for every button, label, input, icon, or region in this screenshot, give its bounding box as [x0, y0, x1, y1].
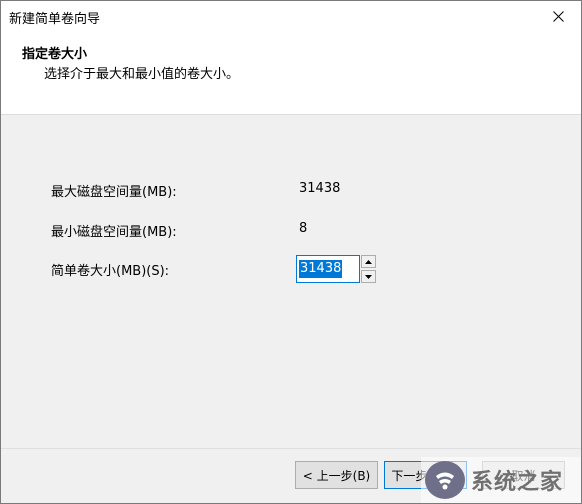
- wizard-header: 指定卷大小 选择介于最大和最小值的卷大小。: [1, 32, 581, 115]
- spin-down-icon: [365, 274, 372, 279]
- cancel-button[interactable]: 取消: [482, 461, 565, 489]
- page-title: 指定卷大小: [22, 47, 88, 62]
- page-subtitle: 选择介于最大和最小值的卷大小。: [44, 67, 240, 82]
- close-icon: [552, 11, 564, 22]
- max-size-value: 31438: [299, 181, 341, 196]
- volume-size-label: 简单卷大小(MB)(S):: [51, 264, 170, 279]
- wizard-window: 新建简单卷向导 指定卷大小 选择介于最大和最小值的卷大小。 最大磁盘空间量(MB…: [0, 0, 582, 504]
- volume-size-input[interactable]: 31438: [296, 255, 360, 283]
- spin-up-icon: [365, 259, 372, 264]
- spin-down-button[interactable]: [361, 270, 376, 283]
- min-size-value: 8: [299, 221, 308, 236]
- title-bar: 新建简单卷向导: [1, 1, 581, 32]
- next-button[interactable]: 下一步(N) >: [384, 461, 467, 489]
- min-size-label: 最小磁盘空间量(MB):: [51, 225, 177, 240]
- footer-divider: [1, 448, 581, 449]
- max-size-label: 最大磁盘空间量(MB):: [51, 185, 177, 200]
- close-button[interactable]: [535, 1, 581, 32]
- window-title: 新建简单卷向导: [9, 12, 101, 27]
- volume-size-value: 31438: [299, 260, 343, 278]
- spin-up-button[interactable]: [361, 255, 376, 268]
- back-button[interactable]: < 上一步(B): [295, 461, 378, 489]
- volume-size-spinner[interactable]: [361, 255, 376, 283]
